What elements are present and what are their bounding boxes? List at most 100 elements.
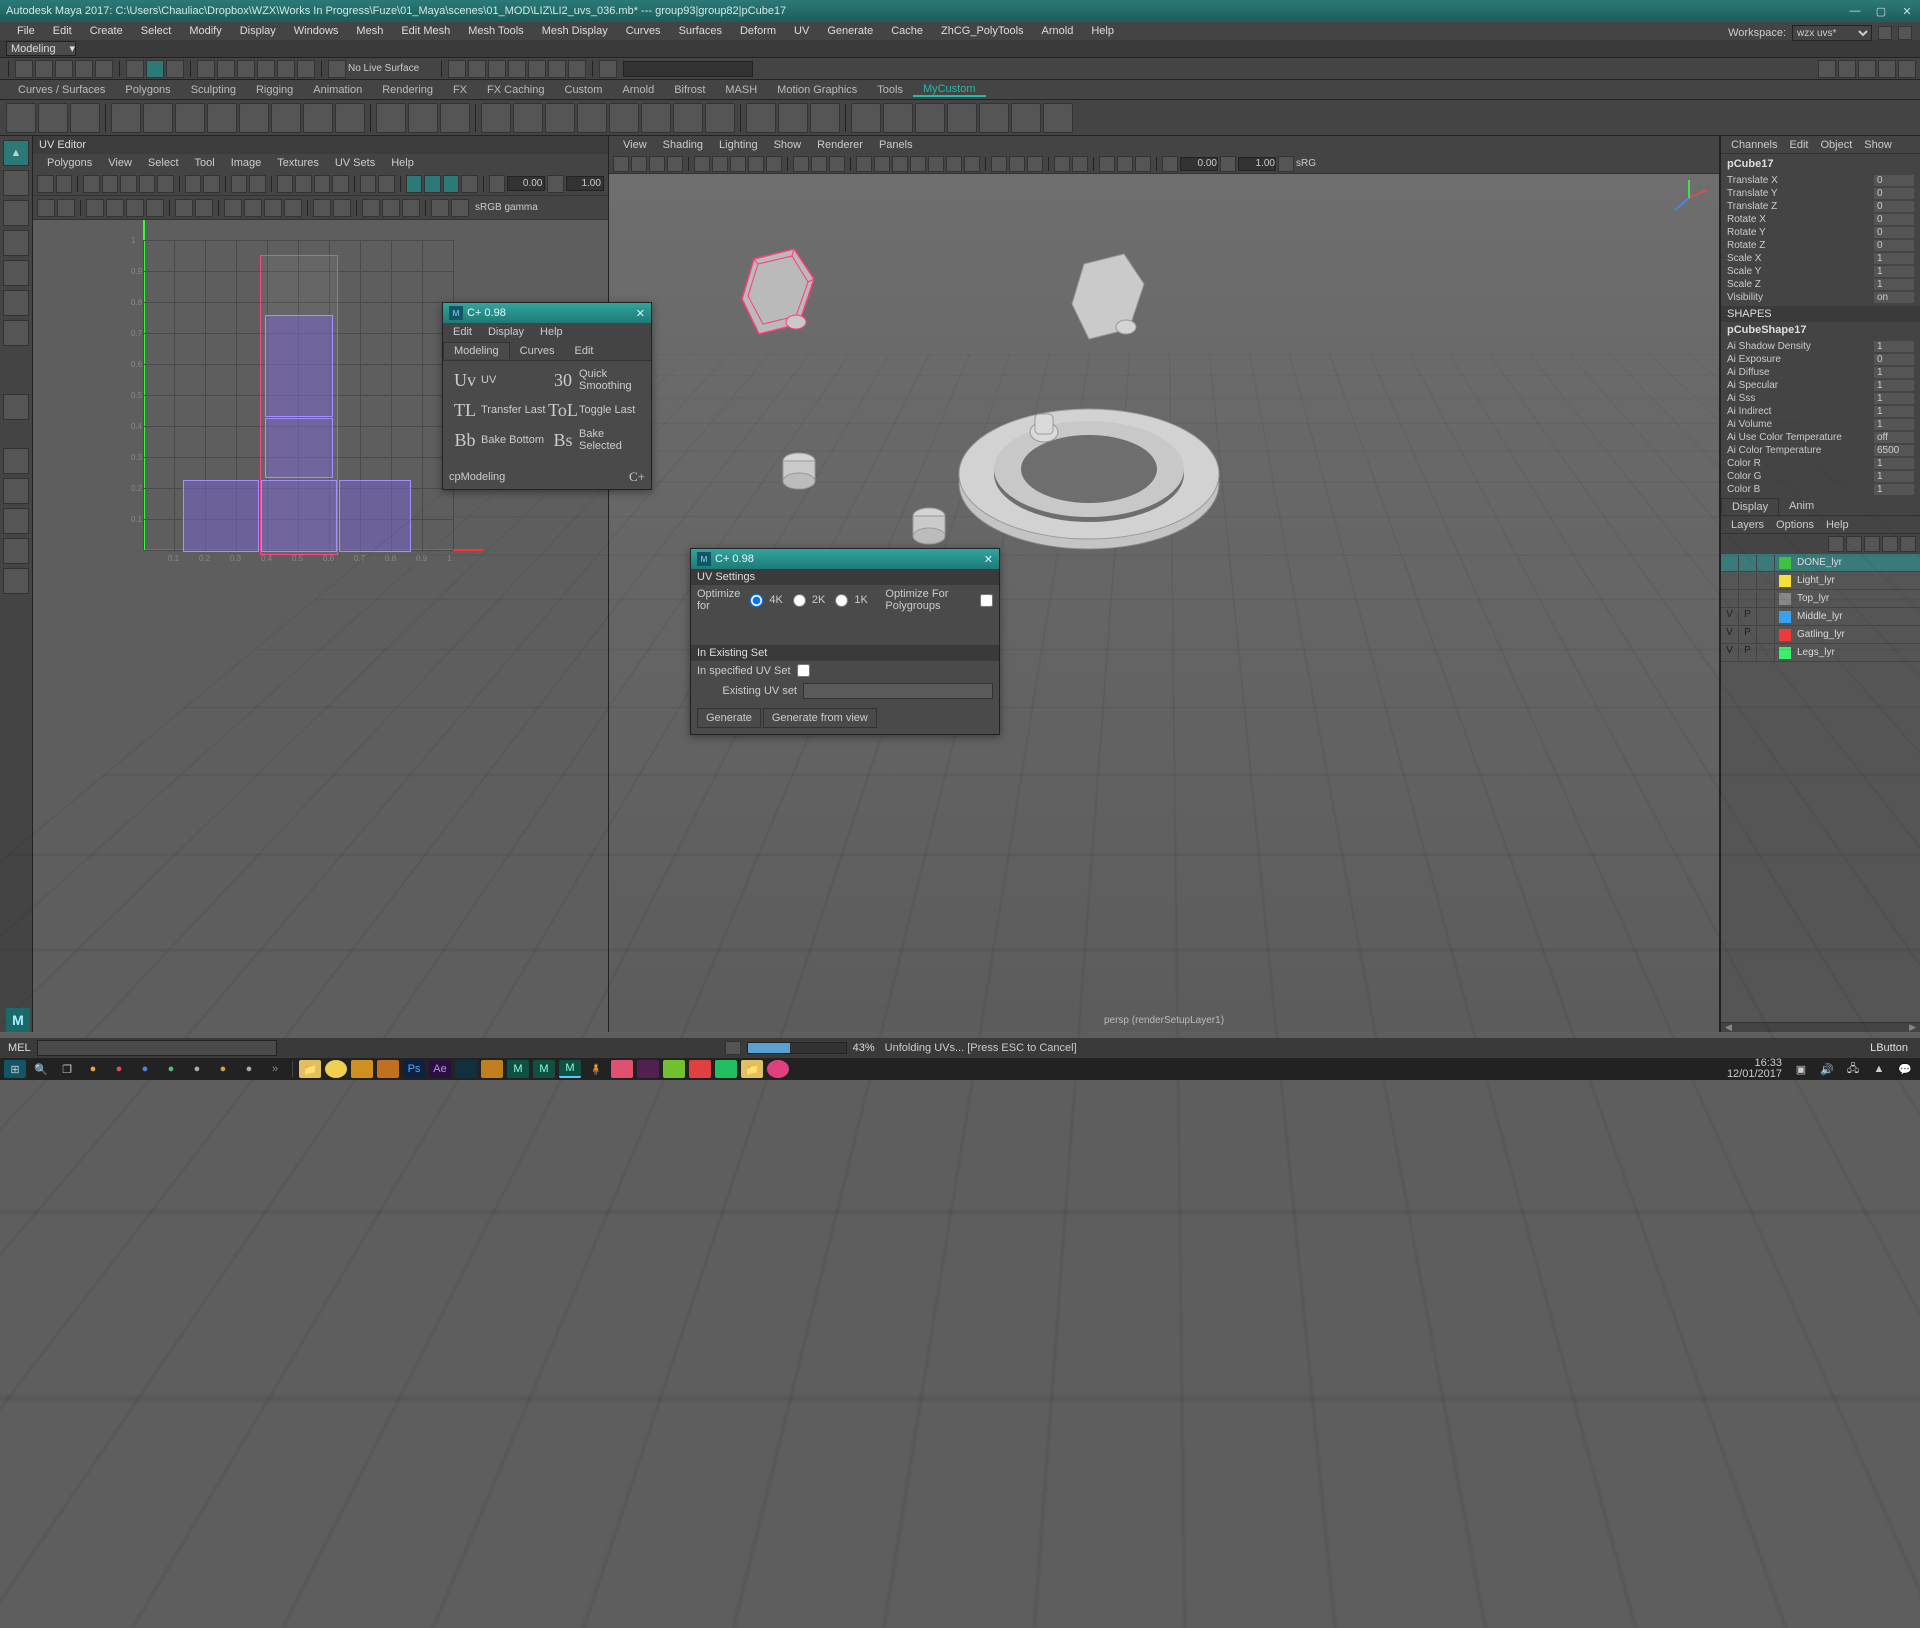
uv-tool-icon[interactable]: [362, 199, 380, 217]
lasso-tool-icon[interactable]: [3, 170, 29, 196]
sidebar-toggle-icon[interactable]: [1818, 60, 1836, 78]
shelf-tab[interactable]: Custom: [555, 84, 613, 96]
taskbar-app-icon[interactable]: [611, 1060, 633, 1078]
uv-tool-icon[interactable]: [382, 199, 400, 217]
uv-tool-icon[interactable]: [86, 199, 104, 217]
vp-tool-icon[interactable]: [892, 156, 908, 172]
uv-tool-icon[interactable]: [378, 175, 395, 193]
taskbar-app-icon[interactable]: 🧍: [585, 1060, 607, 1078]
vp-tool-icon[interactable]: [1009, 156, 1025, 172]
undo-icon[interactable]: [75, 60, 93, 78]
vp-tool-icon[interactable]: [694, 156, 710, 172]
vp-tool-icon[interactable]: [748, 156, 764, 172]
vp-tool-icon[interactable]: [649, 156, 665, 172]
uv-tool-icon[interactable]: [244, 199, 262, 217]
uv-tool-icon[interactable]: [231, 175, 248, 193]
shelf-icon[interactable]: [851, 103, 881, 133]
tray-icon[interactable]: 🖧: [1842, 1060, 1864, 1078]
taskbar-app-icon[interactable]: [767, 1060, 789, 1078]
shelf-icon[interactable]: [545, 103, 575, 133]
uv-tool-icon[interactable]: [126, 199, 144, 217]
mel-input[interactable]: [37, 1040, 277, 1056]
menu-help[interactable]: Help: [1082, 25, 1123, 37]
uv-tool-icon[interactable]: [332, 175, 349, 193]
vp-tool-icon[interactable]: [1220, 156, 1236, 172]
attr-row[interactable]: Rotate Y0: [1721, 226, 1920, 239]
vp-tool-icon[interactable]: [856, 156, 872, 172]
radio-2k[interactable]: [793, 594, 806, 607]
vp-tool-icon[interactable]: [874, 156, 890, 172]
vp-menu-item[interactable]: Renderer: [809, 139, 871, 151]
taskbar-app-icon[interactable]: [455, 1060, 477, 1078]
vp-tool-icon[interactable]: [667, 156, 683, 172]
layout-icon[interactable]: [3, 568, 29, 594]
maya-icon-active[interactable]: M: [559, 1060, 581, 1078]
radio-1k[interactable]: [835, 594, 848, 607]
uv-value-input[interactable]: [566, 176, 604, 191]
taskbar-app-icon[interactable]: ●: [186, 1060, 208, 1078]
uv-menu-item[interactable]: Select: [140, 157, 187, 169]
snap-icon[interactable]: [197, 60, 215, 78]
uv-tool-icon[interactable]: [203, 175, 220, 193]
uv-tool-icon[interactable]: [157, 175, 174, 193]
redo-icon[interactable]: [95, 60, 113, 78]
existing-uvset-input[interactable]: [803, 683, 993, 699]
taskbar-app-icon[interactable]: [663, 1060, 685, 1078]
shelf-tab[interactable]: FX: [443, 84, 477, 96]
shelf-icon[interactable]: [947, 103, 977, 133]
tab-edit[interactable]: Edit: [564, 343, 603, 359]
taskbar-app-icon[interactable]: [637, 1060, 659, 1078]
notifications-icon[interactable]: 💬: [1894, 1060, 1916, 1078]
attr-row[interactable]: Rotate X0: [1721, 213, 1920, 226]
attr-row[interactable]: Translate X0: [1721, 174, 1920, 187]
menu-deform[interactable]: Deform: [731, 25, 785, 37]
close-icon[interactable]: ✕: [1894, 0, 1920, 22]
uv-tool-icon[interactable]: [547, 175, 564, 193]
taskbar-app-icon[interactable]: ●: [160, 1060, 182, 1078]
scale-tool-icon[interactable]: [3, 290, 29, 316]
taskbar-app-icon[interactable]: [351, 1060, 373, 1078]
attr-row[interactable]: Scale Y1: [1721, 265, 1920, 278]
uv-tool-icon[interactable]: [333, 199, 351, 217]
uv-tool-icon[interactable]: [277, 175, 294, 193]
select-mode-icon[interactable]: [146, 60, 164, 78]
open-scene-icon[interactable]: [35, 60, 53, 78]
shelf-icon[interactable]: [70, 103, 100, 133]
rotate-tool-icon[interactable]: [3, 260, 29, 286]
attr-row[interactable]: Scale Z1: [1721, 278, 1920, 291]
uv-tool-icon[interactable]: [431, 199, 449, 217]
shelf-tab[interactable]: Bifrost: [664, 84, 715, 96]
menu-edit-mesh[interactable]: Edit Mesh: [392, 25, 459, 37]
cplus-modeling-window[interactable]: M C+ 0.98 ✕ Edit Display Help Modeling C…: [442, 302, 652, 490]
vp-menu-item[interactable]: View: [615, 139, 655, 151]
vp-tool-icon[interactable]: [829, 156, 845, 172]
menu-create[interactable]: Create: [81, 25, 132, 37]
shelf-tab[interactable]: Curves / Surfaces: [8, 84, 115, 96]
shelf-tab[interactable]: Rendering: [372, 84, 443, 96]
uv-value-input[interactable]: [507, 176, 545, 191]
uv-tool-icon[interactable]: [360, 175, 377, 193]
render-icon[interactable]: [508, 60, 526, 78]
layout-icon[interactable]: [3, 508, 29, 534]
save-scene-icon[interactable]: [55, 60, 73, 78]
vp-tool-icon[interactable]: [1162, 156, 1178, 172]
script-editor-icon[interactable]: [725, 1041, 741, 1055]
close-icon[interactable]: ✕: [636, 307, 645, 320]
taskbar-app-icon[interactable]: ●: [108, 1060, 130, 1078]
uv-tool-icon[interactable]: [56, 175, 73, 193]
shelf-icon[interactable]: [376, 103, 406, 133]
chrome-icon[interactable]: [325, 1060, 347, 1078]
attr-row[interactable]: Scale X1: [1721, 252, 1920, 265]
vp-tool-icon[interactable]: [1027, 156, 1043, 172]
manip-icon[interactable]: [3, 394, 29, 420]
maximize-icon[interactable]: ▢: [1868, 0, 1894, 22]
snap-icon[interactable]: [257, 60, 275, 78]
vp-tool-icon[interactable]: [991, 156, 1007, 172]
vp-menu-item[interactable]: Shading: [655, 139, 711, 151]
shelf-tab[interactable]: Tools: [867, 84, 913, 96]
menu-select[interactable]: Select: [132, 25, 181, 37]
optimize-polygroups-checkbox[interactable]: [980, 594, 993, 607]
attr-row[interactable]: Visibilityon: [1721, 291, 1920, 304]
attr-row[interactable]: Ai Shadow Density1: [1721, 340, 1920, 353]
shelf-icon[interactable]: [979, 103, 1009, 133]
